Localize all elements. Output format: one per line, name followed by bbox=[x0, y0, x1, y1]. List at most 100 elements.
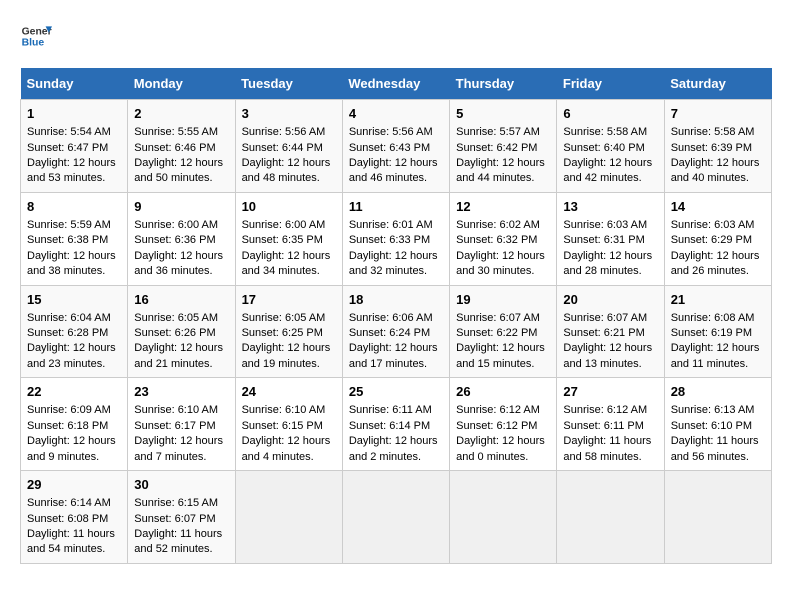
sunrise: Sunrise: 6:08 AM bbox=[671, 312, 755, 324]
sunrise: Sunrise: 5:56 AM bbox=[242, 126, 326, 138]
sunset: Sunset: 6:19 PM bbox=[671, 327, 752, 339]
day-number: 28 bbox=[671, 383, 765, 401]
sunset: Sunset: 6:32 PM bbox=[456, 234, 537, 246]
day-header-monday: Monday bbox=[128, 68, 235, 100]
calendar-cell bbox=[235, 471, 342, 564]
calendar-cell: 28Sunrise: 6:13 AMSunset: 6:10 PMDayligh… bbox=[664, 378, 771, 471]
logo-icon: General Blue bbox=[20, 20, 52, 52]
sunrise: Sunrise: 6:00 AM bbox=[242, 219, 326, 231]
daylight2: and 30 minutes. bbox=[456, 265, 534, 277]
calendar-cell: 13Sunrise: 6:03 AMSunset: 6:31 PMDayligh… bbox=[557, 192, 664, 285]
daylight: Daylight: 12 hours bbox=[242, 250, 331, 262]
sunset: Sunset: 6:25 PM bbox=[242, 327, 323, 339]
calendar-cell: 19Sunrise: 6:07 AMSunset: 6:22 PMDayligh… bbox=[450, 285, 557, 378]
day-number: 19 bbox=[456, 291, 550, 309]
sunset: Sunset: 6:43 PM bbox=[349, 142, 430, 154]
day-number: 16 bbox=[134, 291, 228, 309]
daylight2: and 9 minutes. bbox=[27, 451, 99, 463]
sunset: Sunset: 6:08 PM bbox=[27, 513, 108, 525]
day-number: 27 bbox=[563, 383, 657, 401]
day-header-friday: Friday bbox=[557, 68, 664, 100]
daylight2: and 34 minutes. bbox=[242, 265, 320, 277]
daylight2: and 2 minutes. bbox=[349, 451, 421, 463]
calendar-cell: 17Sunrise: 6:05 AMSunset: 6:25 PMDayligh… bbox=[235, 285, 342, 378]
daylight2: and 58 minutes. bbox=[563, 451, 641, 463]
day-number: 26 bbox=[456, 383, 550, 401]
calendar-cell: 14Sunrise: 6:03 AMSunset: 6:29 PMDayligh… bbox=[664, 192, 771, 285]
logo: General Blue bbox=[20, 20, 52, 52]
daylight: Daylight: 12 hours bbox=[456, 342, 545, 354]
sunrise: Sunrise: 6:05 AM bbox=[134, 312, 218, 324]
sunset: Sunset: 6:24 PM bbox=[349, 327, 430, 339]
daylight: Daylight: 12 hours bbox=[671, 157, 760, 169]
sunrise: Sunrise: 6:14 AM bbox=[27, 497, 111, 509]
daylight: Daylight: 12 hours bbox=[456, 250, 545, 262]
daylight2: and 44 minutes. bbox=[456, 172, 534, 184]
daylight: Daylight: 12 hours bbox=[349, 157, 438, 169]
sunrise: Sunrise: 6:01 AM bbox=[349, 219, 433, 231]
day-number: 9 bbox=[134, 198, 228, 216]
day-header-saturday: Saturday bbox=[664, 68, 771, 100]
daylight: Daylight: 12 hours bbox=[349, 250, 438, 262]
daylight2: and 38 minutes. bbox=[27, 265, 105, 277]
daylight2: and 46 minutes. bbox=[349, 172, 427, 184]
daylight: Daylight: 12 hours bbox=[563, 250, 652, 262]
daylight: Daylight: 11 hours bbox=[134, 528, 222, 540]
calendar-cell: 20Sunrise: 6:07 AMSunset: 6:21 PMDayligh… bbox=[557, 285, 664, 378]
calendar-cell bbox=[342, 471, 449, 564]
header: General Blue bbox=[20, 20, 772, 52]
sunrise: Sunrise: 5:58 AM bbox=[563, 126, 647, 138]
calendar-cell: 29Sunrise: 6:14 AMSunset: 6:08 PMDayligh… bbox=[21, 471, 128, 564]
daylight2: and 54 minutes. bbox=[27, 543, 105, 555]
sunrise: Sunrise: 6:04 AM bbox=[27, 312, 111, 324]
calendar-cell: 25Sunrise: 6:11 AMSunset: 6:14 PMDayligh… bbox=[342, 378, 449, 471]
sunset: Sunset: 6:39 PM bbox=[671, 142, 752, 154]
calendar-cell: 8Sunrise: 5:59 AMSunset: 6:38 PMDaylight… bbox=[21, 192, 128, 285]
calendar-cell: 26Sunrise: 6:12 AMSunset: 6:12 PMDayligh… bbox=[450, 378, 557, 471]
calendar-cell: 24Sunrise: 6:10 AMSunset: 6:15 PMDayligh… bbox=[235, 378, 342, 471]
sunset: Sunset: 6:10 PM bbox=[671, 420, 752, 432]
daylight2: and 11 minutes. bbox=[671, 358, 748, 370]
sunrise: Sunrise: 6:12 AM bbox=[456, 404, 540, 416]
calendar-cell bbox=[450, 471, 557, 564]
sunrise: Sunrise: 5:57 AM bbox=[456, 126, 540, 138]
sunset: Sunset: 6:29 PM bbox=[671, 234, 752, 246]
sunset: Sunset: 6:47 PM bbox=[27, 142, 108, 154]
daylight: Daylight: 12 hours bbox=[242, 435, 331, 447]
day-number: 29 bbox=[27, 476, 121, 494]
sunset: Sunset: 6:18 PM bbox=[27, 420, 108, 432]
day-number: 14 bbox=[671, 198, 765, 216]
day-header-wednesday: Wednesday bbox=[342, 68, 449, 100]
daylight: Daylight: 12 hours bbox=[563, 157, 652, 169]
day-number: 17 bbox=[242, 291, 336, 309]
calendar-cell: 10Sunrise: 6:00 AMSunset: 6:35 PMDayligh… bbox=[235, 192, 342, 285]
day-number: 3 bbox=[242, 105, 336, 123]
daylight: Daylight: 11 hours bbox=[671, 435, 759, 447]
daylight: Daylight: 12 hours bbox=[563, 342, 652, 354]
sunrise: Sunrise: 6:03 AM bbox=[671, 219, 755, 231]
day-number: 2 bbox=[134, 105, 228, 123]
sunrise: Sunrise: 6:00 AM bbox=[134, 219, 218, 231]
daylight2: and 17 minutes. bbox=[349, 358, 427, 370]
day-number: 22 bbox=[27, 383, 121, 401]
calendar-cell: 2Sunrise: 5:55 AMSunset: 6:46 PMDaylight… bbox=[128, 100, 235, 193]
day-number: 5 bbox=[456, 105, 550, 123]
calendar-cell: 21Sunrise: 6:08 AMSunset: 6:19 PMDayligh… bbox=[664, 285, 771, 378]
calendar-cell: 3Sunrise: 5:56 AMSunset: 6:44 PMDaylight… bbox=[235, 100, 342, 193]
sunrise: Sunrise: 5:56 AM bbox=[349, 126, 433, 138]
day-number: 8 bbox=[27, 198, 121, 216]
sunrise: Sunrise: 6:12 AM bbox=[563, 404, 647, 416]
daylight: Daylight: 12 hours bbox=[134, 250, 223, 262]
sunset: Sunset: 6:46 PM bbox=[134, 142, 215, 154]
daylight: Daylight: 12 hours bbox=[134, 435, 223, 447]
calendar-table: SundayMondayTuesdayWednesdayThursdayFrid… bbox=[20, 68, 772, 564]
sunrise: Sunrise: 6:10 AM bbox=[134, 404, 218, 416]
day-number: 1 bbox=[27, 105, 121, 123]
day-number: 23 bbox=[134, 383, 228, 401]
daylight: Daylight: 12 hours bbox=[671, 342, 760, 354]
sunrise: Sunrise: 5:58 AM bbox=[671, 126, 755, 138]
calendar-cell: 1Sunrise: 5:54 AMSunset: 6:47 PMDaylight… bbox=[21, 100, 128, 193]
day-number: 6 bbox=[563, 105, 657, 123]
daylight2: and 0 minutes. bbox=[456, 451, 528, 463]
daylight2: and 4 minutes. bbox=[242, 451, 314, 463]
